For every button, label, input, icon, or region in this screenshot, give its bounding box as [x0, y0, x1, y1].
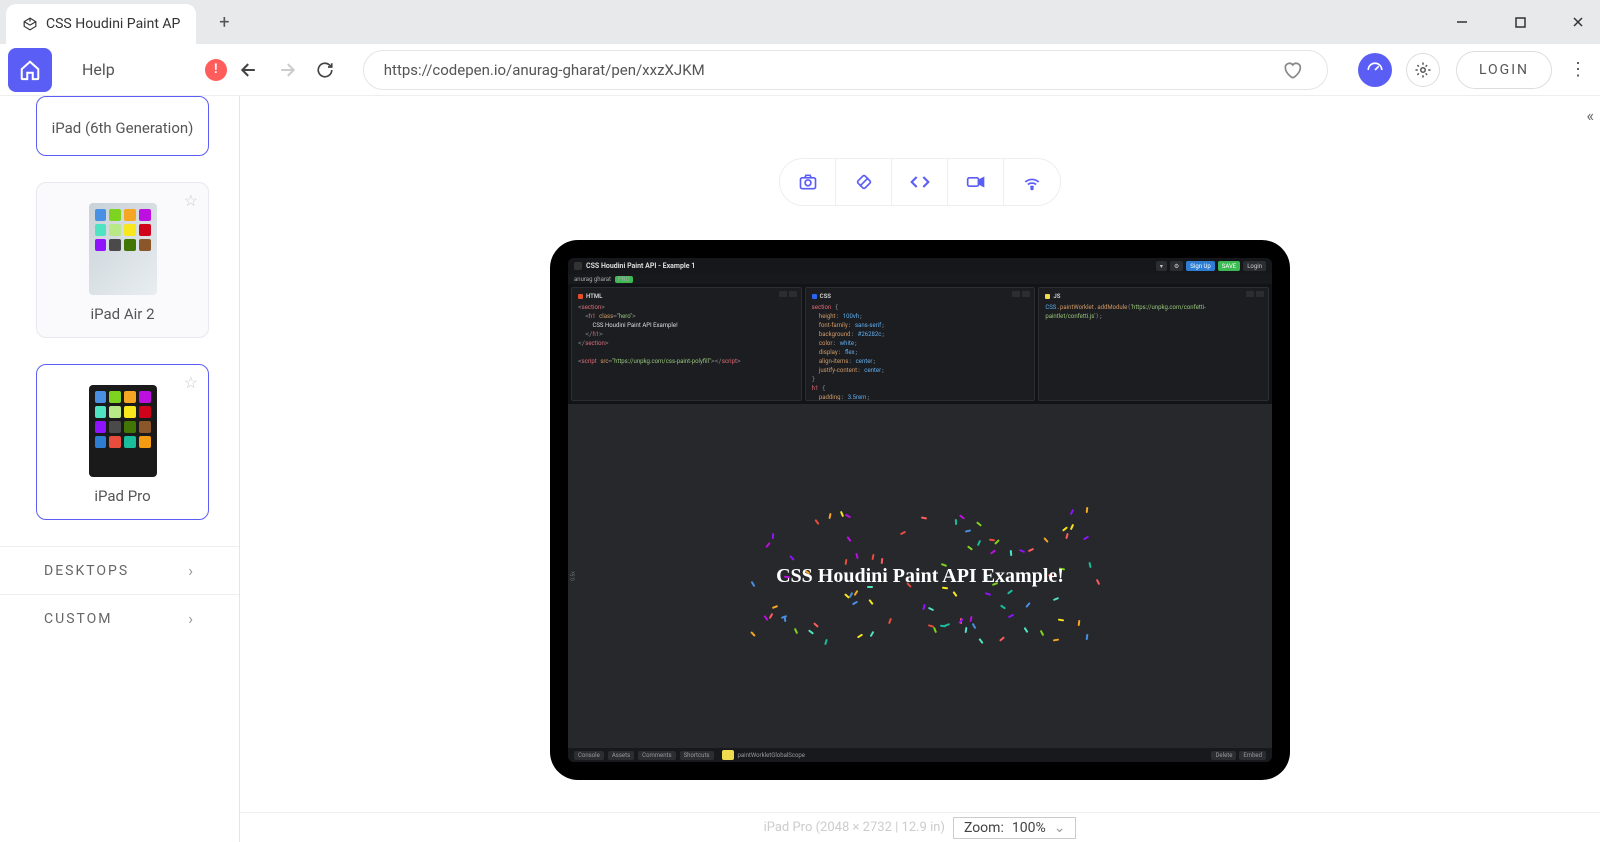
codepen-logo-icon — [574, 262, 582, 270]
workspace: « CSS Houdini Paint API - Example 1 ▾ ⚙ … — [240, 96, 1600, 842]
footer-console[interactable]: Console — [574, 751, 604, 760]
browser-toolbar: Help ! LOGIN ⋮ — [0, 44, 1600, 96]
collapse-panel-button[interactable]: « — [1586, 106, 1594, 125]
zoom-label: Zoom: — [964, 820, 1004, 836]
settings-button[interactable] — [1406, 53, 1440, 87]
device-frame-ipad-pro: CSS Houdini Paint API - Example 1 ▾ ⚙ Si… — [550, 240, 1290, 780]
device-card-ipad-air2[interactable]: ☆ iPad Air 2 — [36, 182, 209, 338]
footer-assets[interactable]: Assets — [608, 751, 634, 760]
home-button[interactable] — [8, 48, 52, 92]
device-card-ipad6[interactable]: iPad (6th Generation) — [36, 96, 209, 156]
category-label: DESKTOPS — [44, 563, 129, 579]
codepen-favicon — [22, 16, 38, 32]
panel-label: HTML — [586, 292, 602, 301]
device-label: iPad (6th Generation) — [45, 119, 200, 137]
save-button[interactable]: SAVE — [1218, 261, 1240, 271]
video-button[interactable] — [948, 159, 1004, 205]
html-icon — [578, 294, 583, 299]
login-button[interactable]: LOGIN — [1456, 51, 1552, 89]
browser-tab-bar: CSS Houdini Paint AP + — [0, 0, 1600, 44]
device-toolbar — [779, 158, 1061, 206]
device-card-ipad-pro[interactable]: ☆ iPad Pro — [36, 364, 209, 520]
screenshot-button[interactable] — [780, 159, 836, 205]
reload-button[interactable] — [309, 54, 341, 86]
browser-tab[interactable]: CSS Houdini Paint AP — [6, 4, 196, 44]
device-info: iPad Pro (2048 × 2732 | 12.9 in) — [764, 820, 945, 835]
panel-label: JS — [1053, 292, 1060, 301]
css-icon — [812, 294, 817, 299]
maximize-button[interactable] — [1506, 8, 1534, 36]
pro-badge: PRO — [615, 276, 633, 283]
device-thumbnail — [89, 385, 157, 477]
inspect-button[interactable] — [892, 159, 948, 205]
new-tab-button[interactable]: + — [210, 8, 238, 36]
js-editor[interactable]: JS CSS.paintWorklet.addModule('https://u… — [1038, 287, 1269, 401]
panel-label: CSS — [820, 292, 831, 301]
css-editor[interactable]: CSS section { height: 100vh; font-family… — [805, 287, 1036, 401]
delete-button[interactable]: Delete — [1211, 751, 1236, 760]
preview-pane[interactable]: 0.5x CSS Houdini Paint API Example! — [568, 404, 1272, 748]
warning-indicator[interactable]: ! — [205, 59, 227, 81]
chevron-right-icon: › — [188, 609, 195, 628]
category-custom[interactable]: CUSTOM › — [0, 594, 239, 642]
zoom-control[interactable]: Zoom: 100% ⌄ — [953, 817, 1076, 839]
back-button[interactable] — [233, 54, 265, 86]
favorite-icon[interactable] — [1278, 55, 1307, 85]
preview-heading: CSS Houdini Paint API Example! — [776, 565, 1064, 588]
worklet-label: paintWorkletGlobalScope — [738, 752, 805, 759]
address-bar[interactable] — [363, 50, 1328, 90]
chevron-down-icon: ⌄ — [1054, 820, 1066, 836]
rotate-button[interactable] — [836, 159, 892, 205]
main-area: iPad (6th Generation) ☆ iPad Air 2 ☆ iPa… — [0, 96, 1600, 842]
device-screen[interactable]: CSS Houdini Paint API - Example 1 ▾ ⚙ Si… — [568, 258, 1272, 762]
window-controls — [1448, 0, 1592, 44]
footer-shortcuts[interactable]: Shortcuts — [680, 751, 714, 760]
codepen-footer: Console Assets Comments Shortcuts paintW… — [568, 748, 1272, 762]
js-icon — [1045, 294, 1050, 299]
codepen-header: CSS Houdini Paint API - Example 1 ▾ ⚙ Si… — [568, 258, 1272, 274]
login-pill[interactable]: Login — [1243, 261, 1266, 271]
signup-button[interactable]: Sign Up — [1186, 261, 1214, 271]
pen-title: CSS Houdini Paint API - Example 1 — [586, 262, 695, 270]
star-icon[interactable]: ☆ — [184, 191, 198, 210]
html-editor[interactable]: HTML <section> <h1 class="hero"> CSS Hou… — [571, 287, 802, 401]
star-icon[interactable]: ☆ — [184, 373, 198, 392]
status-bar: iPad Pro (2048 × 2732 | 12.9 in) Zoom: 1… — [240, 812, 1600, 842]
footer-comments[interactable]: Comments — [638, 751, 675, 760]
network-button[interactable] — [1004, 159, 1060, 205]
author-label: anurag gharat — [574, 276, 611, 283]
editor-panels: HTML <section> <h1 class="hero"> CSS Hou… — [568, 284, 1272, 404]
dropdown-icon[interactable]: ▾ — [1156, 261, 1167, 271]
device-thumbnail — [89, 203, 157, 295]
forward-button[interactable] — [271, 54, 303, 86]
menu-button[interactable]: ⋮ — [1564, 59, 1592, 80]
close-button[interactable] — [1564, 8, 1592, 36]
minimize-button[interactable] — [1448, 8, 1476, 36]
js-badge-icon — [722, 750, 734, 760]
tab-title: CSS Houdini Paint AP — [46, 16, 180, 32]
chevron-right-icon: › — [188, 561, 195, 580]
embed-button[interactable]: Embed — [1239, 751, 1266, 760]
category-label: CUSTOM — [44, 611, 113, 627]
codepen-subheader: anurag gharat PRO — [568, 274, 1272, 284]
performance-button[interactable] — [1358, 53, 1392, 87]
zoom-value: 100% — [1012, 820, 1046, 836]
settings-icon[interactable]: ⚙ — [1170, 261, 1183, 271]
device-sidebar: iPad (6th Generation) ☆ iPad Air 2 ☆ iPa… — [0, 96, 240, 842]
category-desktops[interactable]: DESKTOPS › — [0, 546, 239, 594]
help-link[interactable]: Help — [58, 60, 139, 79]
device-label: iPad Air 2 — [45, 305, 200, 323]
device-label: iPad Pro — [45, 487, 200, 505]
url-input[interactable] — [384, 61, 1278, 79]
